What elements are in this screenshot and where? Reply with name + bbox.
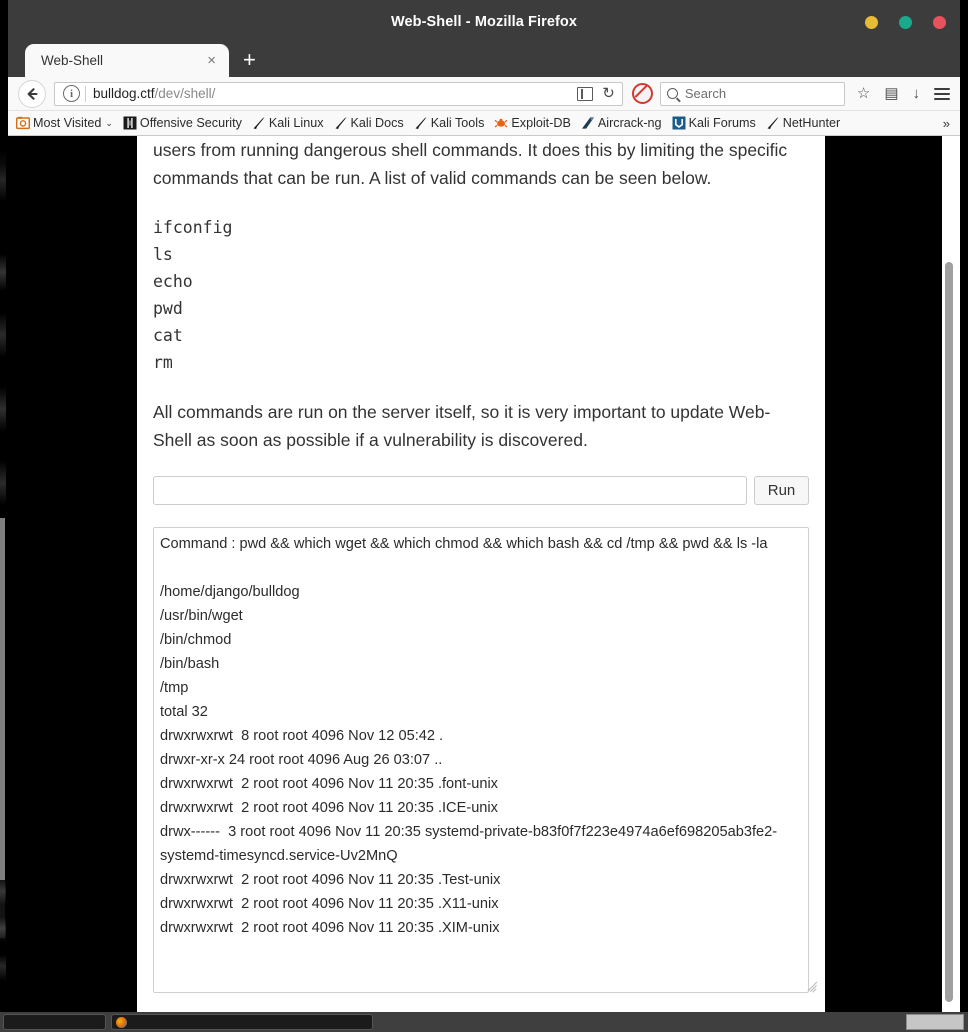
window-titlebar: Web-Shell - Mozilla Firefox bbox=[8, 0, 960, 44]
valid-command-item: ifconfig bbox=[153, 218, 233, 237]
bookmark-label: Offensive Security bbox=[139, 116, 242, 130]
url-path: /dev/shell/ bbox=[154, 86, 216, 101]
background-window-edge bbox=[0, 518, 5, 938]
most-visited-icon bbox=[16, 116, 30, 130]
page-gutter-left bbox=[8, 136, 137, 1012]
bookmark-most-visited[interactable]: Most Visited ⌄ bbox=[16, 116, 113, 130]
page-viewport: users from running dangerous shell comma… bbox=[8, 136, 960, 1012]
page-content: users from running dangerous shell comma… bbox=[137, 136, 825, 993]
valid-command-item: pwd bbox=[153, 299, 183, 318]
aircrack-ng-icon bbox=[581, 117, 594, 129]
desktop-icons-partial-lower bbox=[0, 880, 6, 990]
tab-strip: Web-Shell × + bbox=[8, 44, 960, 77]
page-gutter-right bbox=[825, 136, 942, 1012]
bookmark-label: Exploit-DB bbox=[511, 116, 571, 130]
bookmark-label: Most Visited bbox=[33, 116, 102, 130]
window-title: Web-Shell - Mozilla Firefox bbox=[390, 14, 578, 30]
valid-commands-list: ifconfig ls echo pwd cat rm bbox=[153, 214, 809, 376]
chevron-down-icon[interactable]: ⌄ bbox=[105, 118, 113, 129]
bookmark-star-icon[interactable]: ☆ bbox=[857, 86, 870, 101]
menu-icon[interactable] bbox=[934, 87, 950, 100]
taskbar-item[interactable] bbox=[3, 1014, 106, 1030]
navigation-toolbar: i bulldog.ctf/dev/shell/ ↻ Search ☆ ▤ ↓ bbox=[8, 77, 960, 111]
url-bar[interactable]: i bulldog.ctf/dev/shell/ ↻ bbox=[54, 81, 623, 106]
bookmark-kali-forums[interactable]: Kali Forums bbox=[672, 116, 756, 130]
bookmark-kali-docs[interactable]: Kali Docs bbox=[334, 116, 404, 130]
back-button[interactable] bbox=[18, 79, 46, 108]
taskbar bbox=[0, 1012, 968, 1032]
kali-dragon-icon bbox=[253, 117, 265, 129]
tab-close-icon[interactable]: × bbox=[204, 53, 219, 68]
bookmarks-toolbar: Most Visited ⌄ Offensive Security Kali L… bbox=[8, 111, 960, 136]
bookmark-kali-tools[interactable]: Kali Tools bbox=[414, 116, 485, 130]
intro-paragraph: users from running dangerous shell comma… bbox=[153, 140, 788, 188]
close-button[interactable] bbox=[933, 15, 946, 29]
bookmark-exploit-db[interactable]: Exploit-DB bbox=[494, 116, 571, 130]
valid-command-item: ls bbox=[153, 245, 173, 264]
search-placeholder: Search bbox=[684, 86, 727, 101]
bookmark-label: Kali Docs bbox=[350, 116, 404, 130]
command-input[interactable] bbox=[153, 476, 747, 505]
site-info-icon[interactable]: i bbox=[63, 85, 80, 102]
minimize-button[interactable] bbox=[865, 15, 878, 29]
url-bar-actions: ↻ bbox=[577, 86, 618, 101]
kali-dragon-icon bbox=[767, 117, 779, 129]
screen: Web-Shell - Mozilla Firefox Web-Shell × … bbox=[0, 0, 968, 1032]
warning-paragraph: All commands are run on the server itsel… bbox=[153, 402, 771, 450]
tab-label: Web-Shell bbox=[41, 53, 104, 68]
valid-command-item: rm bbox=[153, 353, 173, 372]
reload-icon[interactable]: ↻ bbox=[602, 86, 615, 101]
kali-dragon-icon bbox=[335, 117, 346, 129]
downloads-icon[interactable]: ↓ bbox=[913, 86, 921, 101]
library-icon[interactable]: ▤ bbox=[884, 86, 898, 101]
bookmark-nethunter[interactable]: NetHunter bbox=[766, 116, 840, 130]
noscript-blocker-icon[interactable] bbox=[631, 83, 653, 104]
page-scroll-area: users from running dangerous shell comma… bbox=[8, 136, 942, 1012]
url-host: bulldog.ctf bbox=[93, 86, 155, 101]
bookmark-label: NetHunter bbox=[782, 116, 841, 130]
new-tab-button[interactable]: + bbox=[243, 49, 256, 71]
desktop-background-bottom-left bbox=[0, 1002, 8, 1012]
command-output-textarea[interactable]: Command : pwd && which wget && which chm… bbox=[153, 527, 809, 993]
firefox-window: Web-Shell - Mozilla Firefox Web-Shell × … bbox=[8, 0, 960, 1012]
search-icon bbox=[666, 88, 678, 99]
bookmark-label: Kali Linux bbox=[268, 116, 324, 130]
toolbar-actions: ☆ ▤ ↓ bbox=[845, 86, 950, 101]
taskbar-item-firefox[interactable] bbox=[111, 1014, 373, 1030]
exploit-db-icon bbox=[494, 118, 508, 128]
bookmark-label: Kali Forums bbox=[688, 116, 756, 130]
run-button[interactable]: Run bbox=[754, 476, 809, 505]
url-text: bulldog.ctf/dev/shell/ bbox=[93, 86, 577, 101]
maximize-button[interactable] bbox=[899, 15, 912, 29]
bookmarks-overflow-button[interactable]: » bbox=[943, 116, 952, 131]
kali-dragon-icon bbox=[415, 117, 427, 129]
page-scrollbar-thumb[interactable] bbox=[945, 262, 953, 1002]
kali-forums-icon bbox=[672, 116, 686, 130]
window-controls bbox=[865, 0, 946, 44]
valid-command-item: cat bbox=[153, 326, 183, 345]
bookmark-offensive-security[interactable]: Offensive Security bbox=[123, 116, 242, 130]
bookmark-aircrack-ng[interactable]: Aircrack-ng bbox=[581, 116, 662, 130]
search-bar[interactable]: Search bbox=[659, 81, 845, 106]
desktop-icons-partial bbox=[0, 150, 6, 520]
system-tray[interactable] bbox=[906, 1014, 964, 1030]
page-scrollbar[interactable] bbox=[942, 136, 956, 1012]
firefox-icon bbox=[116, 1016, 127, 1028]
command-form: Run bbox=[153, 476, 809, 505]
offensive-security-icon bbox=[123, 116, 137, 130]
back-arrow-icon bbox=[27, 87, 38, 100]
valid-command-item: echo bbox=[153, 272, 193, 291]
url-divider bbox=[85, 85, 86, 102]
bookmark-label: Aircrack-ng bbox=[597, 116, 662, 130]
desktop-background-right bbox=[960, 0, 968, 1012]
reader-mode-icon[interactable] bbox=[577, 86, 594, 101]
tab-web-shell[interactable]: Web-Shell × bbox=[25, 44, 229, 77]
bookmark-kali-linux[interactable]: Kali Linux bbox=[252, 116, 324, 130]
bookmark-label: Kali Tools bbox=[430, 116, 485, 130]
